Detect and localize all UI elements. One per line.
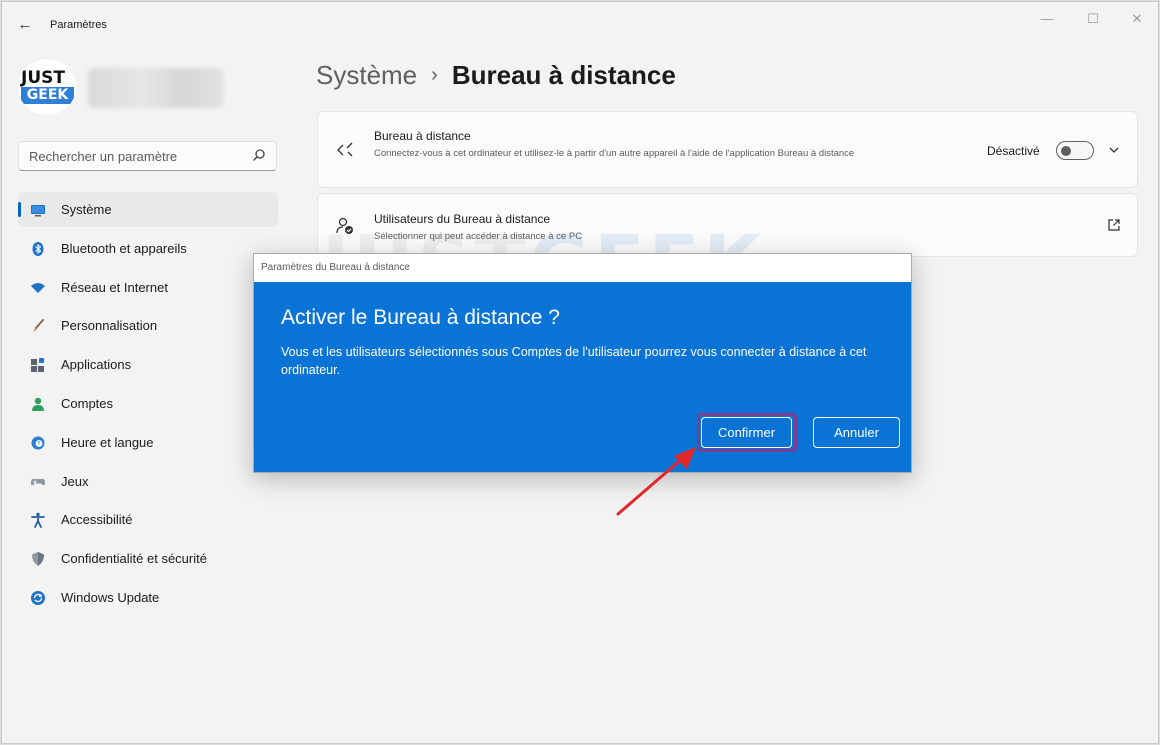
external-link-icon[interactable]: [1107, 218, 1121, 232]
person-icon: [32, 397, 44, 411]
search-icon[interactable]: [252, 148, 266, 162]
settings-window: ← Paramètres — ☐ ✕ JUST GEEK Système: [1, 1, 1159, 744]
breadcrumb: Système › Bureau à distance: [316, 60, 676, 91]
close-button[interactable]: ✕: [1114, 8, 1158, 32]
brush-icon: [33, 319, 44, 333]
sidebar-item-windows-update[interactable]: Windows Update: [18, 580, 278, 615]
breadcrumb-parent[interactable]: Système: [316, 60, 417, 90]
title-bar: ← Paramètres — ☐ ✕: [2, 2, 1158, 48]
app-title: Paramètres: [50, 19, 107, 31]
dialog-message: Vous et les utilisateurs sélectionnés so…: [281, 345, 867, 377]
sidebar-item-label: Windows Update: [61, 589, 160, 605]
apps-icon: [31, 357, 45, 373]
sidebar-item-personnalisation[interactable]: Personnalisation: [18, 308, 278, 343]
cancel-button[interactable]: Annuler: [813, 417, 900, 448]
active-indicator: [18, 202, 21, 217]
sidebar-item-comptes[interactable]: Comptes: [18, 386, 278, 421]
search-input[interactable]: [19, 142, 239, 170]
logo-text-bottom: GEEK: [21, 87, 74, 104]
avatar[interactable]: JUST GEEK: [18, 59, 76, 115]
toggle-state-label: Désactivé: [987, 144, 1040, 158]
confirm-dialog: Paramètres du Bureau à distance Activer …: [253, 253, 912, 473]
sidebar-item-confidentialite[interactable]: Confidentialité et sécurité: [18, 541, 278, 576]
sidebar-item-label: Système: [61, 202, 112, 217]
toggle-knob: [1061, 145, 1071, 156]
blurred-account-name: [88, 68, 224, 108]
sidebar-item-reseau[interactable]: Réseau et Internet: [18, 270, 278, 305]
sidebar-item-jeux[interactable]: Jeux: [18, 464, 278, 499]
sidebar-item-bluetooth[interactable]: Bluetooth et appareils: [18, 231, 278, 266]
page-title: Bureau à distance: [451, 60, 676, 90]
sidebar-item-applications[interactable]: Applications: [18, 347, 278, 382]
chevron-down-icon[interactable]: [1107, 143, 1121, 157]
user-check-icon: [336, 217, 353, 234]
card-title: Utilisateurs du Bureau à distance: [374, 212, 551, 226]
remote-desktop-icon: [337, 142, 353, 157]
dialog-window-title: Paramètres du Bureau à distance: [261, 262, 410, 273]
confirm-button[interactable]: Confirmer: [701, 417, 792, 448]
accessibility-icon: [31, 513, 45, 529]
card-title: Bureau à distance: [374, 129, 471, 143]
monitor-icon: [31, 205, 45, 217]
card-description: Connectez-vous à cet ordinateur et utili…: [374, 148, 855, 159]
maximize-button[interactable]: ☐: [1070, 8, 1116, 32]
sidebar-item-heure-langue[interactable]: Heure et langue: [18, 425, 278, 460]
search-box[interactable]: [18, 141, 277, 171]
sidebar-item-label: Heure et langue: [61, 434, 154, 450]
sidebar-item-accessibilite[interactable]: Accessibilité: [18, 502, 278, 537]
clock-globe-icon: [31, 436, 45, 450]
remote-desktop-card[interactable]: Bureau à distance Connectez-vous à cet o…: [317, 111, 1138, 188]
sidebar-item-label: Jeux: [61, 473, 89, 489]
wifi-icon: [31, 282, 45, 293]
dialog-heading: Activer le Bureau à distance ?: [281, 306, 560, 329]
sidebar-item-label: Confidentialité et sécurité: [61, 551, 207, 567]
sidebar-item-label: Accessibilité: [61, 512, 133, 528]
sidebar-item-label: Applications: [61, 357, 132, 373]
sidebar-item-label: Personnalisation: [61, 318, 158, 334]
remote-desktop-users-card[interactable]: Utilisateurs du Bureau à distance Sélect…: [317, 193, 1138, 257]
logo-text-top: JUST: [21, 68, 65, 88]
dialog-title-bar: Paramètres du Bureau à distance: [254, 254, 911, 282]
sidebar-item-label: Réseau et Internet: [61, 279, 168, 295]
back-button[interactable]: ←: [14, 14, 36, 36]
sidebar-item-systeme[interactable]: Système: [18, 192, 278, 227]
breadcrumb-separator: ›: [431, 64, 438, 86]
gamepad-icon: [31, 478, 45, 485]
card-description: Sélectionner qui peut accéder à distance…: [374, 231, 583, 242]
minimize-button[interactable]: —: [1024, 8, 1070, 32]
update-icon: [31, 590, 45, 605]
sidebar-item-label: Comptes: [61, 395, 114, 411]
sidebar-item-label: Bluetooth et appareils: [61, 240, 187, 256]
remote-desktop-toggle[interactable]: [1056, 141, 1094, 160]
shield-icon: [32, 552, 44, 567]
bluetooth-icon: [32, 241, 44, 256]
sidebar-nav: Système Bluetooth et appareils Réseau et…: [18, 192, 278, 619]
